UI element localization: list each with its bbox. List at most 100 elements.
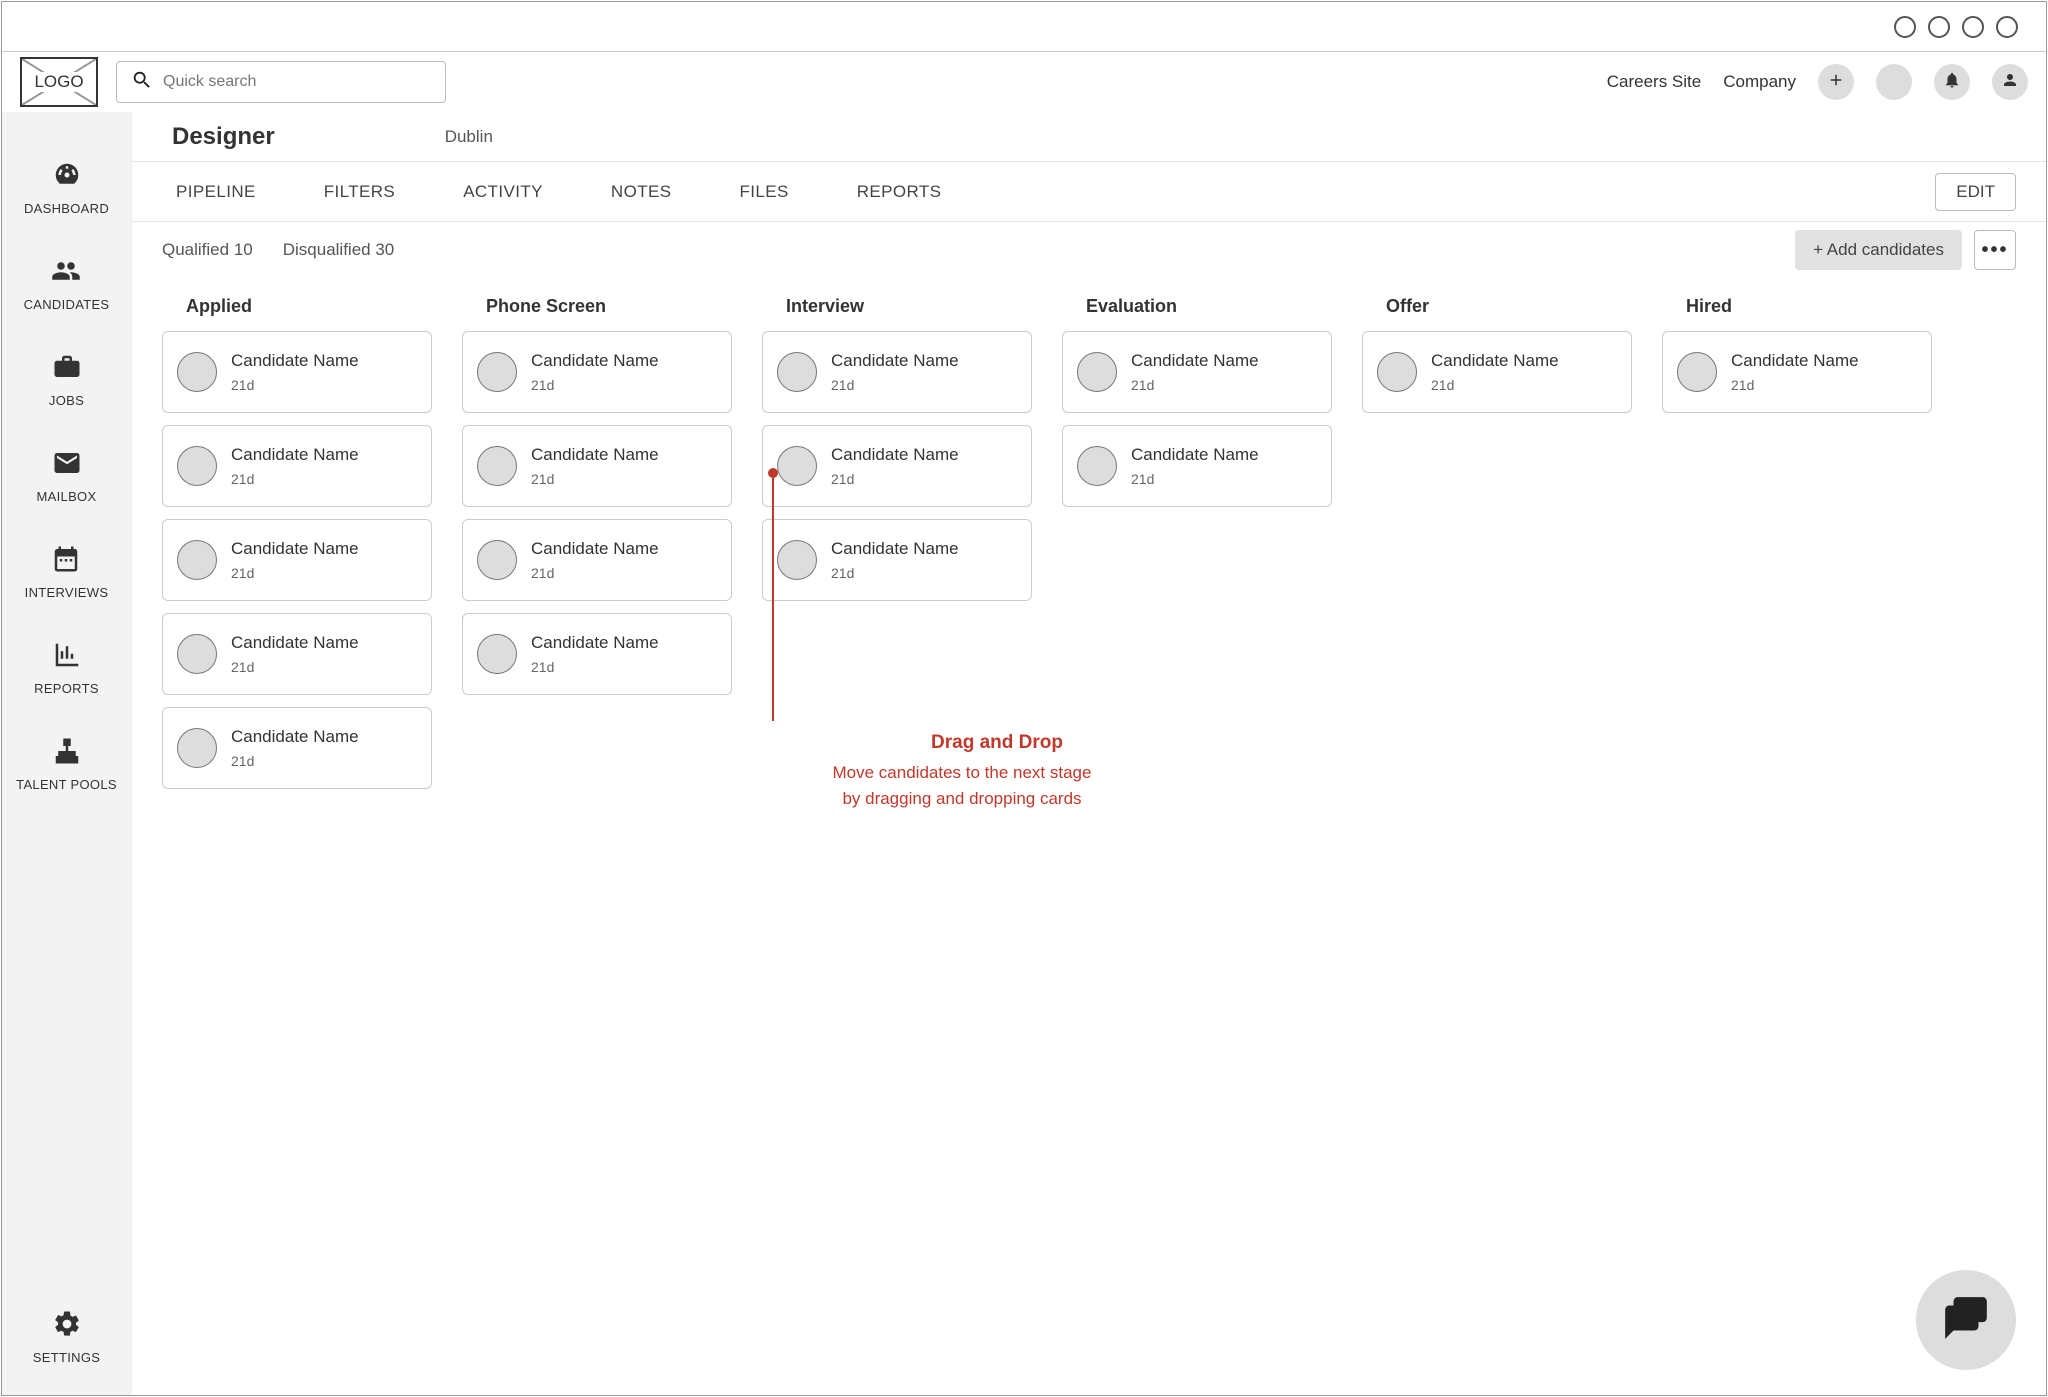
avatar [1677,352,1717,392]
tab-activity[interactable]: ACTIVITY [449,172,557,212]
content: Designer Dublin PIPELINE FILTERS ACTIVIT… [132,112,2046,1395]
window-controls [2,2,2046,52]
candidate-name: Candidate Name [231,633,359,653]
job-title: Designer [172,123,275,151]
sidebar-item-interviews[interactable]: INTERVIEWS [25,544,109,600]
sidebar-label: INTERVIEWS [25,585,109,600]
candidate-card[interactable]: Candidate Name21d [1662,331,1932,413]
careers-site-link[interactable]: Careers Site [1607,72,1701,92]
candidate-card[interactable]: Candidate Name21d [162,331,432,413]
briefcase-icon [52,352,82,387]
window-dot[interactable] [1962,16,1984,38]
column-header: Interview [786,296,1032,317]
candidate-card[interactable]: Candidate Name21d [162,707,432,789]
avatar [777,446,817,486]
candidate-age: 21d [1731,377,1859,393]
candidate-age: 21d [831,565,959,581]
tab-reports[interactable]: REPORTS [843,172,956,212]
filters-row: Qualified 10 Disqualified 30 + Add candi… [132,222,2046,278]
plus-icon [1827,71,1845,94]
profile-placeholder[interactable] [1876,64,1912,100]
candidate-name: Candidate Name [1131,351,1259,371]
quick-search[interactable] [116,61,446,103]
user-icon [2001,71,2019,94]
filter-disqualified[interactable]: Disqualified 30 [283,240,395,260]
annotation-line [772,471,774,721]
candidate-age: 21d [531,471,659,487]
candidate-age: 21d [1431,377,1559,393]
candidate-name: Candidate Name [231,727,359,747]
kanban-column: OfferCandidate Name21d [1362,288,1632,801]
avatar [1077,446,1117,486]
candidate-age: 21d [831,377,959,393]
candidate-card[interactable]: Candidate Name21d [162,425,432,507]
candidate-card[interactable]: Candidate Name 21d [762,519,1032,601]
sidebar: DASHBOARD CANDIDATES JOBS MAILBOX INTERV… [2,112,132,1395]
add-button[interactable] [1818,64,1854,100]
chat-fab[interactable] [1916,1270,2016,1370]
envelope-icon [52,448,82,483]
gear-icon [52,1309,82,1344]
candidate-age: 21d [531,659,659,675]
avatar [477,540,517,580]
candidate-card[interactable]: Candidate Name21d [462,613,732,695]
filter-qualified[interactable]: Qualified 10 [162,240,253,260]
tab-pipeline[interactable]: PIPELINE [162,172,270,212]
candidate-age: 21d [831,471,959,487]
candidate-card[interactable]: Candidate Name 21d [762,425,1032,507]
candidate-name: Candidate Name [831,351,959,371]
sidebar-item-jobs[interactable]: JOBS [49,352,84,408]
candidate-name: Candidate Name [531,351,659,371]
window-dot[interactable] [1894,16,1916,38]
edit-button[interactable]: EDIT [1935,173,2016,211]
tab-filters[interactable]: FILTERS [310,172,409,212]
logo[interactable]: LOGO [20,57,98,107]
avatar [1377,352,1417,392]
sidebar-item-dashboard[interactable]: DASHBOARD [24,160,109,216]
user-menu-button[interactable] [1992,64,2028,100]
candidate-card[interactable]: Candidate Name 21d [162,613,432,695]
column-header: Hired [1686,296,1932,317]
company-link[interactable]: Company [1723,72,1796,92]
candidate-name: Candidate Name [831,539,959,559]
column-header: Evaluation [1086,296,1332,317]
window-dot[interactable] [1928,16,1950,38]
candidate-card[interactable]: Candidate Name21d [1362,331,1632,413]
search-icon [131,69,153,96]
sidebar-item-talent-pools[interactable]: TALENT POOLS [16,736,117,792]
kanban-column: Phone ScreenCandidate Name21dCandidate N… [462,288,732,801]
sidebar-label: SETTINGS [33,1350,100,1365]
annotation-line1: Move candidates to the next stage [712,760,1212,786]
tab-notes[interactable]: NOTES [597,172,686,212]
sidebar-label: JOBS [49,393,84,408]
candidate-card[interactable]: Candidate Name21d [1062,425,1332,507]
candidate-card[interactable]: Candidate Name21d [162,519,432,601]
add-candidates-button[interactable]: + Add candidates [1795,230,1962,270]
job-header: Designer Dublin [132,112,2046,162]
candidate-name: Candidate Name [231,445,359,465]
candidate-name: Candidate Name [831,445,959,465]
sidebar-item-mailbox[interactable]: MAILBOX [37,448,97,504]
more-options-button[interactable]: ••• [1974,230,2016,270]
sidebar-label: DASHBOARD [24,201,109,216]
column-header: Phone Screen [486,296,732,317]
candidate-card[interactable]: Candidate Name21d [462,425,732,507]
logo-text: LOGO [30,72,87,92]
topbar: LOGO Careers Site Company [2,52,2046,112]
notifications-button[interactable] [1934,64,1970,100]
avatar [177,634,217,674]
candidate-age: 21d [231,659,359,675]
window-dot[interactable] [1996,16,2018,38]
kanban-column: Hired Candidate Name21d [1662,288,1932,801]
sidebar-item-candidates[interactable]: CANDIDATES [24,256,110,312]
search-input[interactable] [163,73,431,91]
candidate-card[interactable]: Candidate Name21d [462,519,732,601]
candidate-name: Candidate Name [531,539,659,559]
sidebar-item-reports[interactable]: REPORTS [34,640,99,696]
candidate-card[interactable]: Candidate Name21d [1062,331,1332,413]
sidebar-item-settings[interactable]: SETTINGS [33,1309,100,1365]
candidate-card[interactable]: Candidate Name 21d [762,331,1032,413]
candidates-icon [51,256,81,291]
candidate-card[interactable]: Candidate Name21d [462,331,732,413]
tab-files[interactable]: FILES [725,172,802,212]
